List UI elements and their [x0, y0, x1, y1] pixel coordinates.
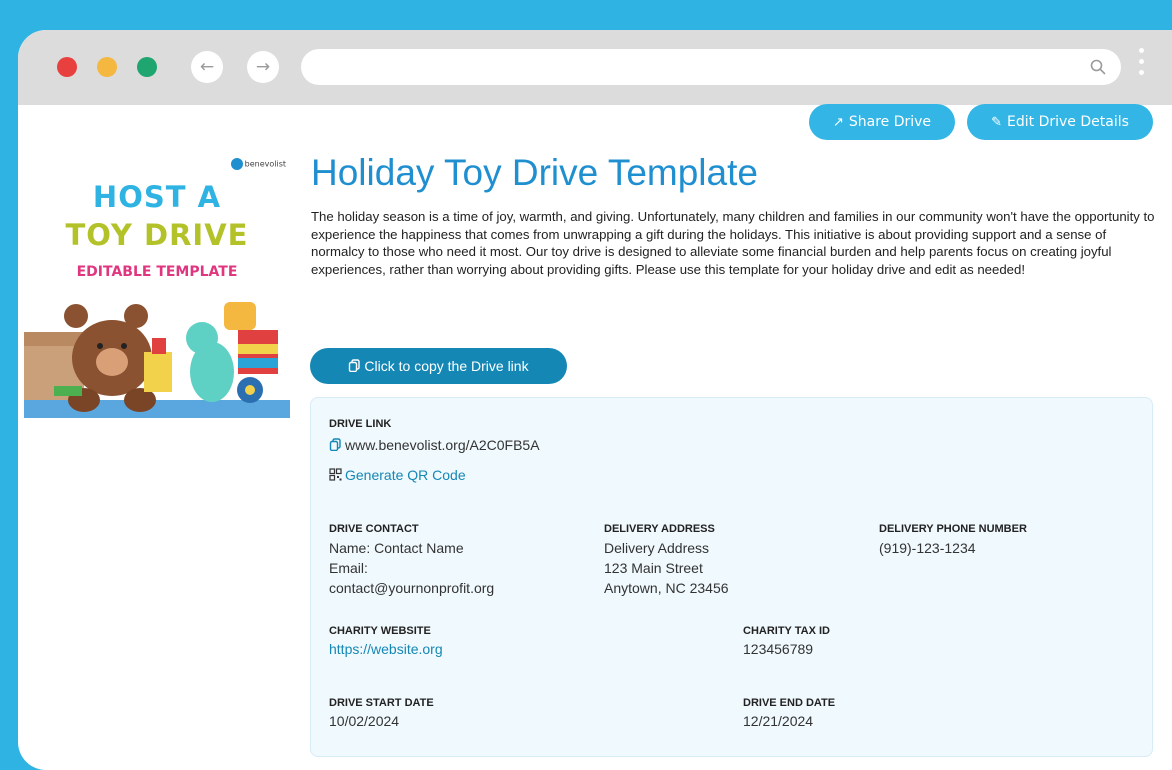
share-drive-label: Share Drive: [848, 114, 932, 130]
thumbnail-line-3: EDITABLE TEMPLATE: [76, 264, 238, 280]
generate-qr-code-link[interactable]: Generate QR Code: [329, 465, 466, 485]
back-arrow-icon[interactable]: ←: [191, 51, 223, 83]
contact-email[interactable]: contact@yournonprofit.org: [329, 578, 494, 598]
edit-drive-details-button[interactable]: ✎ Edit Drive Details: [967, 104, 1153, 140]
minimize-window-dot[interactable]: [97, 57, 117, 77]
drive-link-label: DRIVE LINK: [329, 418, 392, 430]
charity-tax-id-label: CHARITY TAX ID: [743, 625, 830, 637]
drive-contact-label: DRIVE CONTACT: [329, 523, 419, 535]
copy-drive-link-button[interactable]: Click to copy the Drive link: [310, 348, 567, 384]
thumbnail-line-2: TOY DRIVE: [65, 218, 249, 252]
maximize-window-dot[interactable]: [137, 57, 157, 77]
close-window-dot[interactable]: [57, 57, 77, 77]
address-line-1: Delivery Address: [604, 540, 710, 556]
drive-link-row[interactable]: www.benevolist.org/A2C0FB5A: [329, 435, 540, 455]
drive-details-card: DRIVE LINK www.benevolist.org/A2C0FB5A G…: [310, 397, 1153, 757]
edit-drive-label: Edit Drive Details: [1007, 114, 1129, 130]
drive-description: The holiday season is a time of joy, war…: [311, 209, 1155, 277]
delivery-phone: (919)-123-1234: [879, 540, 976, 556]
drive-end-date-label: DRIVE END DATE: [743, 697, 836, 709]
page-title: Holiday Toy Drive Template: [311, 152, 758, 193]
drive-start-date: 10/02/2024: [329, 713, 400, 729]
browser-window: ← → ↗ Share Drive ✎ Edit Drive Details ben…: [18, 30, 1172, 770]
charity-website-link[interactable]: https://website.org: [329, 639, 443, 659]
address-bar[interactable]: [301, 49, 1121, 85]
copy-icon: [349, 359, 361, 372]
forward-arrow-icon[interactable]: →: [247, 51, 279, 83]
toys-illustration: [24, 302, 290, 418]
share-icon: ↗: [832, 115, 844, 130]
drive-thumbnail-image: benevolist HOST A TOY DRIVE EDITABLE TEM…: [24, 152, 290, 418]
benevolist-logo: benevolist: [230, 158, 286, 170]
contact-email-label: Email:: [329, 560, 368, 576]
more-options-icon[interactable]: [1137, 48, 1145, 88]
contact-name: Name: Contact Name: [329, 540, 464, 556]
drive-start-date-label: DRIVE START DATE: [329, 697, 434, 709]
copy-drive-link-label: Click to copy the Drive link: [364, 358, 529, 374]
generate-qr-code-label: Generate QR Code: [345, 467, 466, 483]
drive-end-date: 12/21/2024: [743, 713, 814, 729]
drive-link-value: www.benevolist.org/A2C0FB5A: [345, 437, 540, 453]
delivery-address-label: DELIVERY ADDRESS: [604, 523, 715, 535]
edit-icon: ✎: [991, 115, 1003, 130]
qr-code-icon: [329, 468, 342, 481]
copy-link-icon[interactable]: [329, 438, 342, 451]
search-icon[interactable]: [1089, 58, 1107, 76]
delivery-phone-label: DELIVERY PHONE NUMBER: [879, 523, 1027, 535]
charity-tax-id: 123456789: [743, 641, 814, 657]
browser-titlebar: ← →: [18, 30, 1172, 105]
charity-website-label: CHARITY WEBSITE: [329, 625, 431, 637]
thumbnail-line-1: HOST A: [92, 180, 222, 214]
share-drive-button[interactable]: ↗ Share Drive: [809, 104, 955, 140]
address-line-3: Anytown, NC 23456: [604, 580, 729, 596]
address-line-2: 123 Main Street: [604, 560, 703, 576]
